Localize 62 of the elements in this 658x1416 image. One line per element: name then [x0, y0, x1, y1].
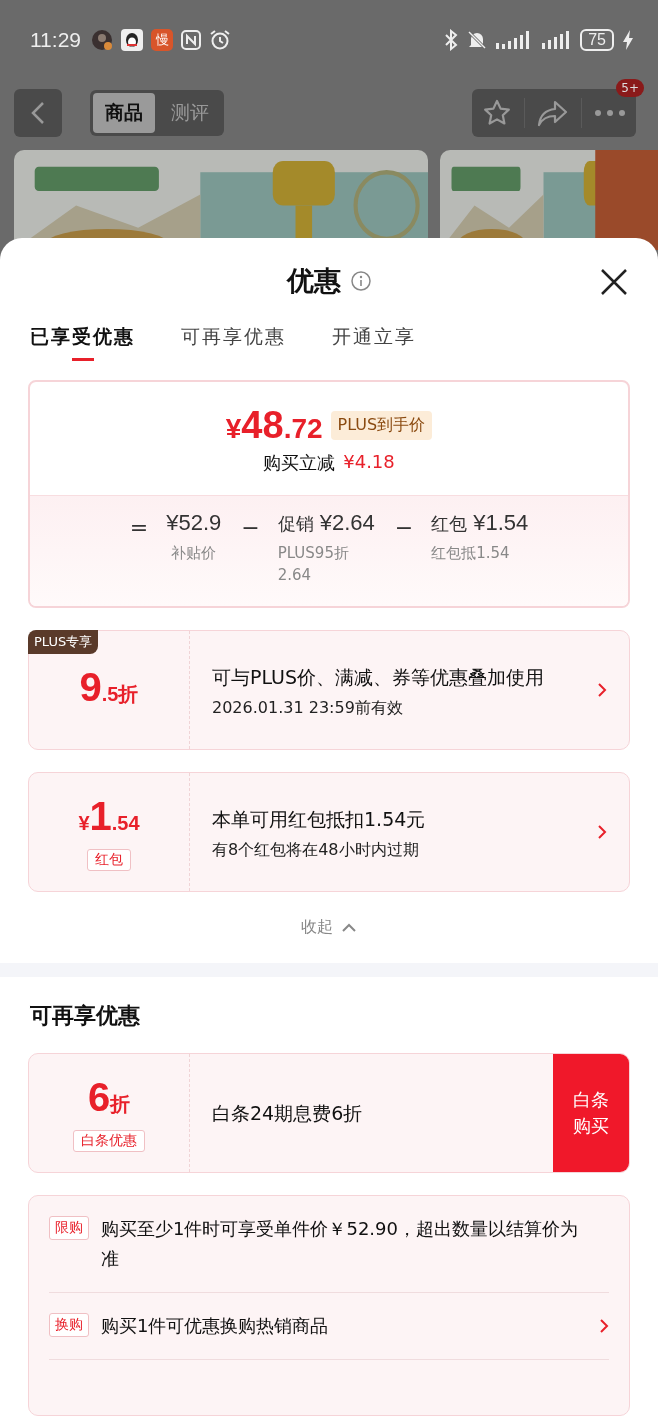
- bluetooth-icon: [444, 29, 459, 51]
- operator: =: [129, 514, 149, 542]
- coupon-value: ¥1.54: [78, 793, 140, 840]
- breakdown-amount: ¥1.54: [473, 510, 529, 536]
- coupon-value: 6折: [87, 1074, 131, 1121]
- saving-amount: ¥4.18: [343, 451, 395, 474]
- breakdown-amount: ¥2.64: [319, 510, 375, 536]
- corner-tag: PLUS专享: [28, 630, 99, 654]
- chevron-right-icon: [597, 824, 607, 840]
- star-icon[interactable]: [482, 98, 512, 128]
- coupon-value: 9.5折: [79, 664, 139, 711]
- operator: −: [241, 514, 260, 542]
- muted-bell-icon: [466, 29, 489, 51]
- close-icon[interactable]: [600, 268, 628, 296]
- back-button[interactable]: [14, 89, 62, 137]
- alarm-icon: [209, 29, 231, 51]
- breakdown-amount: ¥52.9: [166, 510, 222, 536]
- sheet-title: 优惠: [287, 264, 341, 298]
- app-icon: 慢: [151, 29, 173, 51]
- page-tab[interactable]: 商品: [93, 93, 155, 133]
- breakdown-note: PLUS95折 2.64: [277, 543, 350, 586]
- coupon-card[interactable]: ¥1.54 红包 本单可用红包抵扣1.54元 有8个红包将在48小时内过期: [28, 772, 630, 892]
- rule-tag: 换购: [49, 1313, 89, 1337]
- rule-text: 购买1件可优惠换购热销商品: [101, 1314, 330, 1338]
- coupon-type-tag: 红包: [87, 848, 131, 871]
- chevron-left-icon: [31, 101, 45, 125]
- penguin-icon: [121, 29, 143, 51]
- operator: −: [394, 514, 414, 542]
- price-tag: PLUS到手价: [330, 411, 433, 440]
- chevron-right-icon: [597, 682, 607, 698]
- charging-icon: [622, 29, 634, 51]
- rule-tag: 限购: [49, 1216, 89, 1240]
- final-price: ¥48.72: [225, 404, 323, 447]
- coupon-type-tag: 白条优惠: [73, 1129, 145, 1152]
- sheet-tab[interactable]: 已享受优惠: [30, 324, 135, 364]
- collapse-button[interactable]: 收起: [295, 916, 363, 939]
- caret-up-icon: [341, 922, 357, 933]
- chevron-right-icon[interactable]: [599, 1318, 609, 1334]
- buy-button[interactable]: 白条购买: [553, 1054, 629, 1172]
- coupon-subtitle: 有8个红包将在48小时内过期: [212, 839, 420, 861]
- breakdown-label: 促销: [277, 512, 314, 536]
- sheet-tab[interactable]: 开通立享: [332, 324, 416, 364]
- clock-time: 11:29: [30, 28, 81, 52]
- sheet-tab[interactable]: 可再享优惠: [181, 324, 286, 364]
- section-title: 可再享优惠: [29, 1002, 141, 1030]
- avatar-icon: [91, 29, 113, 51]
- coupon-subtitle: 2026.01.31 23:59前有效: [212, 697, 404, 719]
- coupon-card[interactable]: PLUS专享 9.5折 可与PLUS价、满减、券等优惠叠加使用 2026.01.31 23:59前有效: [28, 630, 630, 750]
- coupon-title: 白条24期息费6折: [212, 1101, 364, 1126]
- share-icon[interactable]: [537, 99, 569, 127]
- breakdown-note: 红包抵1.54: [431, 543, 510, 564]
- more-icon[interactable]: [594, 109, 626, 117]
- breakdown-label: 红包: [431, 512, 468, 536]
- nfc-icon: [181, 30, 201, 50]
- coupon-title: 可与PLUS价、满减、券等优惠叠加使用: [212, 664, 546, 690]
- notification-badge: 5+: [616, 79, 644, 97]
- saving-label: 购买立减: [263, 451, 336, 475]
- rule-text: 购买至少1件时可享受单件价￥52.90，超出数量以结算价为准: [101, 1217, 579, 1271]
- breakdown-note: 补贴价: [171, 543, 217, 564]
- battery-indicator: 75: [580, 29, 614, 51]
- info-icon[interactable]: [351, 271, 371, 291]
- coupon-title: 本单可用红包抵扣1.54元: [212, 806, 427, 832]
